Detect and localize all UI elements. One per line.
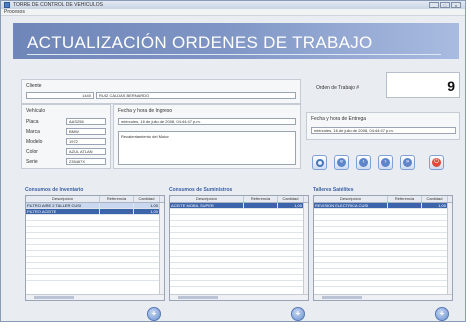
cliente-name-field[interactable]: RUIZ CALDAS BERNARDO — [96, 92, 296, 99]
entrega-label: Fecha y hora de Entrega — [311, 116, 367, 122]
vertical-scrollbar[interactable] — [447, 203, 452, 294]
column-referencia[interactable]: Referencia — [244, 196, 278, 202]
vertical-scrollbar[interactable] — [159, 203, 164, 294]
cell-cantidad: 1,00 — [422, 203, 448, 208]
entrega-panel: Fecha y hora de Entrega miércoles, 16 de… — [306, 112, 460, 140]
column-descripcion[interactable]: Descripcion — [170, 196, 244, 202]
modelo-field[interactable]: 1972 — [66, 138, 106, 145]
previous-record-icon: ‹ — [359, 158, 368, 167]
search-icon — [315, 158, 324, 167]
minimize-button[interactable]: _ — [429, 2, 439, 8]
add-suministros-button[interactable]: + — [291, 307, 305, 321]
cell-referencia — [100, 209, 134, 214]
next-button[interactable]: › — [378, 155, 393, 170]
serie-label: Serie — [26, 159, 38, 165]
marca-label: Marca — [26, 129, 40, 135]
prev-button[interactable]: ‹ — [356, 155, 371, 170]
column-referencia[interactable]: Referencia — [388, 196, 422, 202]
cell-referencia — [100, 203, 134, 208]
empty-row — [170, 281, 308, 287]
ingreso-label: Fecha y hora de Ingreso — [118, 108, 173, 114]
talleres-title: Talleres Satélites — [313, 187, 354, 193]
first-record-icon: « — [337, 158, 346, 167]
menu-procesos[interactable]: Procesos — [4, 9, 25, 15]
grid-header: Descripcion Referencia Cantidad — [170, 196, 308, 203]
maximize-button[interactable]: □ — [440, 2, 450, 8]
last-button[interactable]: » — [400, 155, 415, 170]
cell-descripcion: ACEITE MOBIL SUPER — [170, 203, 244, 208]
header-divider — [27, 54, 441, 55]
marca-field[interactable]: BMW — [66, 128, 106, 135]
cell-cantidad: 1,00 — [134, 209, 160, 214]
column-cantidad[interactable]: Cantidad — [278, 196, 304, 202]
column-descripcion[interactable]: Descripcion — [26, 196, 100, 202]
description-area[interactable]: Recalentamiento del Motor — [118, 131, 296, 165]
modelo-label: Modelo — [26, 139, 43, 145]
application-window: TORRE DE CONTROL DE VEHICULOS _ □ x Proc… — [0, 0, 466, 322]
ingreso-date-field[interactable]: miércoles, 16 de julio de 2008, 04:44:47… — [118, 118, 296, 125]
color-field[interactable]: AZUL ATLAN — [66, 148, 106, 155]
page-header: ACTUALIZACIÓN ORDENES DE TRABAJO — [13, 23, 459, 59]
cell-descripcion: FILTRO ACEITE — [26, 209, 100, 214]
orden-number: 9 — [386, 72, 460, 98]
column-cantidad[interactable]: Cantidad — [134, 196, 160, 202]
scroll-thumb[interactable] — [322, 296, 362, 299]
scroll-thumb[interactable] — [34, 296, 74, 299]
column-cantidad[interactable]: Cantidad — [422, 196, 448, 202]
app-icon — [4, 2, 10, 8]
vertical-scrollbar[interactable] — [303, 203, 308, 294]
empty-row — [314, 281, 452, 287]
cell-cantidad: 1,00 — [134, 203, 160, 208]
cliente-code-field[interactable]: 1440 — [26, 92, 94, 99]
add-talleres-button[interactable]: + — [435, 307, 449, 321]
vehiculo-panel: Vehículo Placa AAS256 Marca BMW Modelo 1… — [21, 104, 111, 169]
orden-label: Orden de Trabajo # — [316, 85, 360, 91]
window-controls: _ □ x — [429, 2, 461, 8]
entrega-date-field[interactable]: miércoles, 16 de julio de 2008, 04:44:47… — [311, 127, 456, 134]
serie-field[interactable]: 235467X — [66, 158, 106, 165]
power-icon: ⏻ — [432, 158, 441, 167]
first-button[interactable]: « — [334, 155, 349, 170]
suministros-title: Consumos de Suministros — [169, 187, 233, 193]
grid-header: Descripcion Referencia Cantidad — [314, 196, 452, 203]
inventario-grid[interactable]: Descripcion Referencia Cantidad FILTRO A… — [25, 195, 165, 301]
column-descripcion[interactable]: Descripcion — [314, 196, 388, 202]
empty-row — [26, 275, 164, 281]
column-referencia[interactable]: Referencia — [100, 196, 134, 202]
vehiculo-label: Vehículo — [26, 108, 46, 114]
talleres-grid[interactable]: Descripcion Referencia Cantidad REVISION… — [313, 195, 453, 301]
cell-cantidad: 1,00 — [278, 203, 304, 208]
add-inventario-button[interactable]: + — [147, 307, 161, 321]
cell-descripcion: FILTRO AIRE 2 TALLER CUSI — [26, 203, 100, 208]
window-title: TORRE DE CONTROL DE VEHICULOS — [13, 2, 104, 8]
menu-bar: Procesos — [1, 9, 465, 16]
cell-referencia — [244, 203, 278, 208]
placa-field[interactable]: AAS256 — [66, 118, 106, 125]
cliente-panel: Cliente 1440 RUIZ CALDAS BERNARDO — [21, 79, 301, 104]
next-record-icon: › — [381, 158, 390, 167]
horizontal-scrollbar[interactable] — [26, 294, 164, 300]
placa-label: Placa — [26, 119, 39, 125]
horizontal-scrollbar[interactable] — [314, 294, 452, 300]
horizontal-scrollbar[interactable] — [170, 294, 308, 300]
ingreso-panel: Fecha y hora de Ingreso miércoles, 16 de… — [113, 104, 301, 169]
scroll-thumb[interactable] — [178, 296, 218, 299]
title-bar: TORRE DE CONTROL DE VEHICULOS _ □ x — [1, 1, 465, 9]
cell-referencia — [388, 203, 422, 208]
page-title: ACTUALIZACIÓN ORDENES DE TRABAJO — [27, 33, 373, 52]
exit-button[interactable]: ⏻ — [429, 155, 444, 170]
inventario-title: Consumos de Inventario — [25, 187, 84, 193]
search-button[interactable] — [312, 155, 327, 170]
color-label: Color — [26, 149, 38, 155]
cell-descripcion: REVISION ELECTRICA CUSI — [314, 203, 388, 208]
close-button[interactable]: x — [451, 2, 461, 8]
cliente-label: Cliente — [26, 83, 42, 89]
suministros-grid[interactable]: Descripcion Referencia Cantidad ACEITE M… — [169, 195, 309, 301]
last-record-icon: » — [403, 158, 412, 167]
grid-header: Descripcion Referencia Cantidad — [26, 196, 164, 203]
